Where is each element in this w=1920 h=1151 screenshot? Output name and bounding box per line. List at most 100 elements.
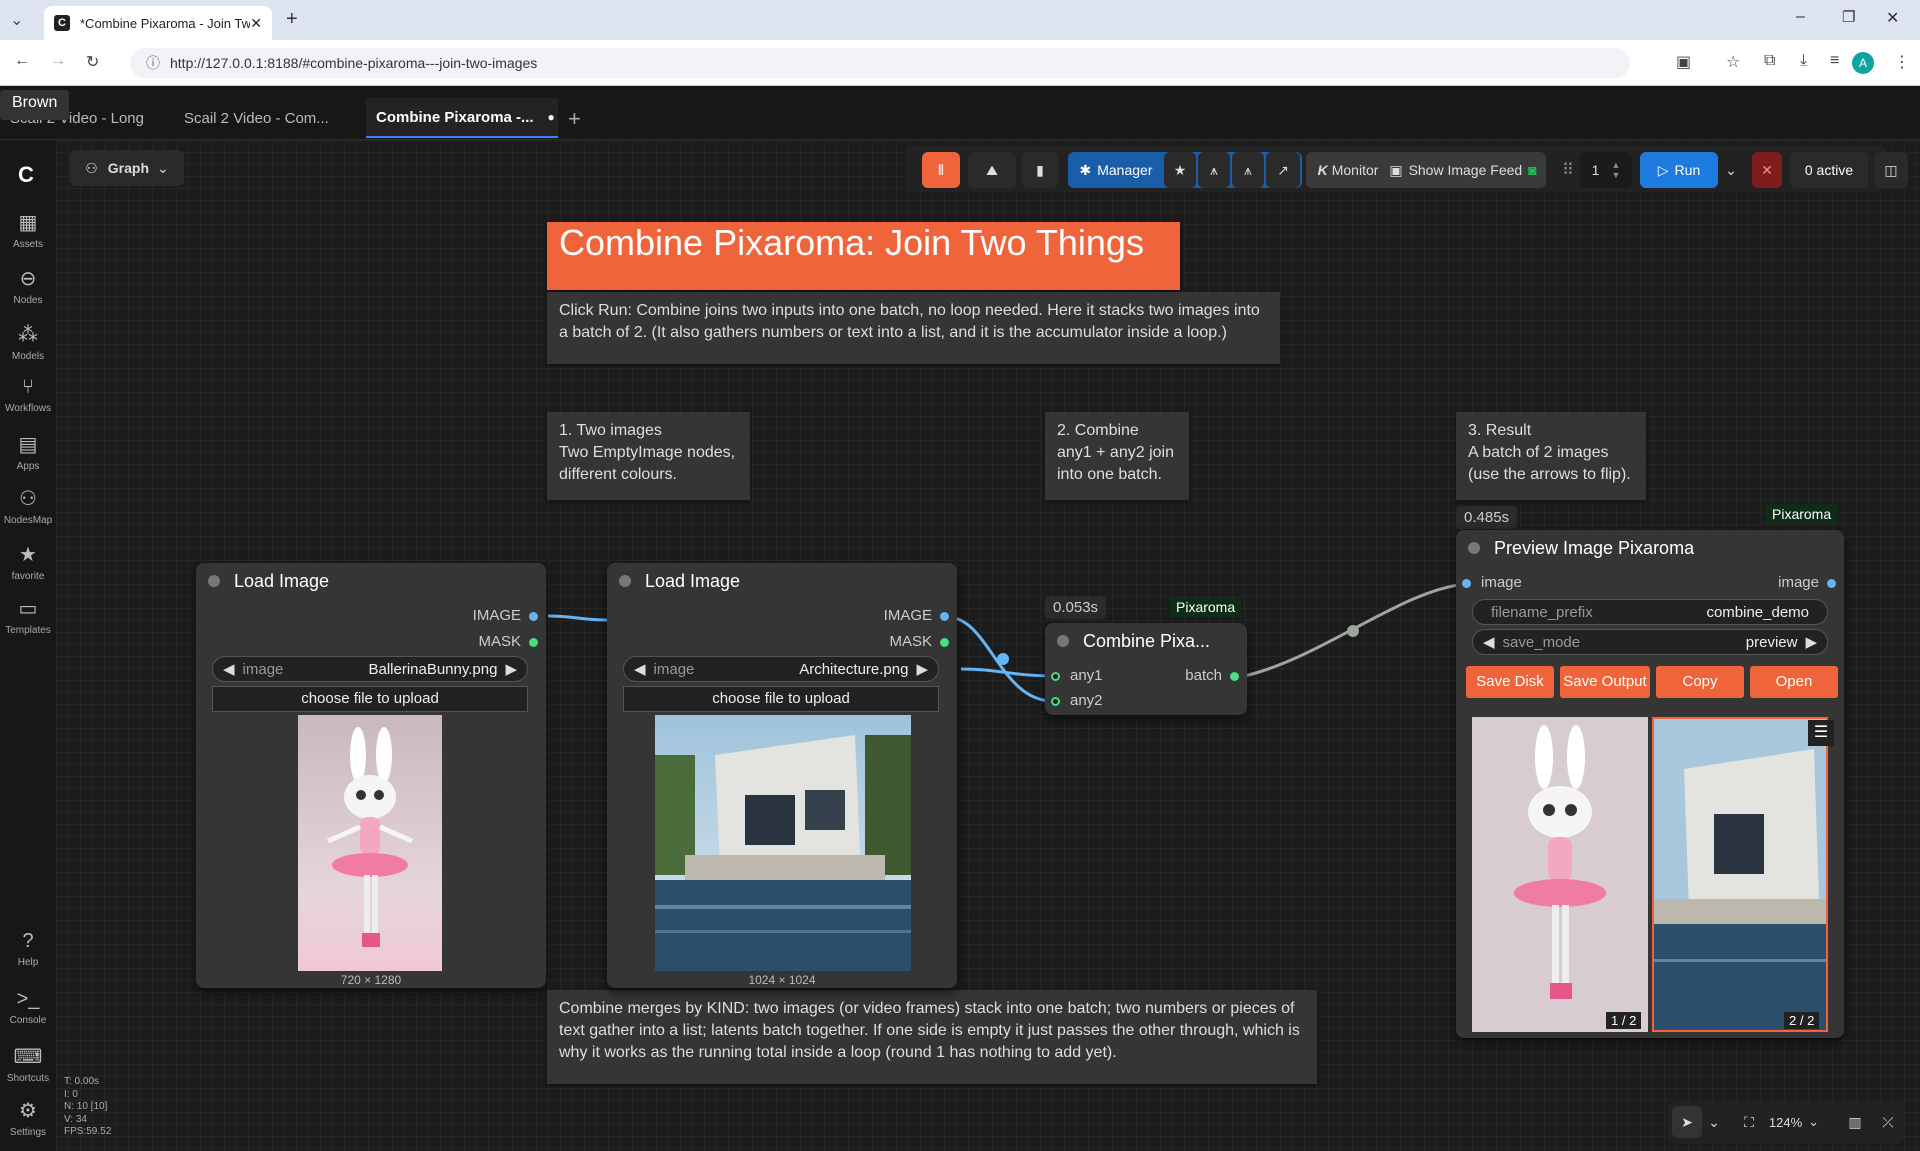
star-icon[interactable]: ☆: [1726, 52, 1740, 72]
menu-icon[interactable]: ⋮: [1894, 52, 1910, 72]
output-slot[interactable]: [529, 637, 538, 647]
browser-tab[interactable]: C *Combine Pixaroma - Join Two ✕: [44, 6, 272, 40]
node-collapse-dot[interactable]: [208, 575, 220, 587]
pixaroma-icon[interactable]: ⫴: [922, 152, 960, 188]
node-header[interactable]: Load Image: [196, 563, 546, 599]
node-collapse-dot[interactable]: [1468, 542, 1480, 554]
new-tab-icon[interactable]: +: [286, 8, 298, 31]
output-image[interactable]: IMAGE: [884, 607, 949, 624]
open-button[interactable]: Open: [1750, 666, 1838, 698]
run-options-chevron-icon[interactable]: ⌄: [1720, 152, 1742, 188]
sidebar-item-assets[interactable]: ▦ Assets: [0, 210, 56, 250]
queue-count-stepper[interactable]: 1 ▲ ▼: [1580, 152, 1632, 188]
comfy-logo-icon[interactable]: C: [18, 162, 34, 188]
input-any1[interactable]: any1: [1051, 667, 1103, 684]
arrow-right-icon[interactable]: ▶: [916, 660, 928, 678]
workflow-tab[interactable]: Scail 2 Video - Com...: [174, 98, 364, 138]
arrow-left-icon[interactable]: ◀: [223, 660, 235, 678]
sidebar-item-nodes[interactable]: ⊖ Nodes: [0, 266, 56, 306]
node-collapse-dot[interactable]: [619, 575, 631, 587]
profile-avatar[interactable]: A: [1852, 52, 1874, 74]
model-icon[interactable]: ⩚: [1198, 152, 1230, 188]
run-button[interactable]: ▷ Run: [1640, 152, 1718, 188]
sidebar-item-favorite[interactable]: ★ favorite: [0, 542, 56, 582]
sidebar-item-help[interactable]: ? Help: [0, 930, 56, 968]
select-tool-icon[interactable]: ➤: [1672, 1106, 1702, 1138]
share-icon[interactable]: ↗: [1266, 152, 1300, 188]
sidebar-item-models[interactable]: ⁂ Models: [0, 322, 56, 362]
download-icon[interactable]: ⤓: [1800, 52, 1807, 70]
restore-icon[interactable]: ❐: [1842, 8, 1855, 26]
url-field[interactable]: ⓘ http://127.0.0.1:8188/#combine-pixarom…: [130, 48, 1630, 78]
sidebar-item-settings[interactable]: ⚙ Settings: [0, 1098, 56, 1138]
minimap-icon[interactable]: ▥: [1840, 1106, 1870, 1138]
sidebar-item-workflows[interactable]: ⑂ Workflows: [0, 376, 56, 414]
monitor-button[interactable]: K Monitor: [1306, 152, 1390, 188]
arrow-left-icon[interactable]: ◀: [1483, 633, 1495, 651]
workflow-tab-active[interactable]: Combine Pixaroma -... ●: [366, 98, 558, 138]
sidebar-item-shortcuts[interactable]: ⌨ Shortcuts: [0, 1044, 56, 1084]
extensions-icon[interactable]: ⧉: [1764, 52, 1775, 70]
save-mode-select[interactable]: ◀ save_mode preview ▶: [1472, 629, 1828, 655]
image-select-widget[interactable]: ◀ image Architecture.png ▶: [623, 656, 939, 682]
zoom-level-dropdown[interactable]: 124% ⌄: [1764, 1106, 1824, 1138]
preview-thumbnail-2[interactable]: [1652, 717, 1828, 1032]
output-slot[interactable]: [940, 611, 949, 621]
toggle-links-icon[interactable]: ⤫: [1874, 1106, 1902, 1138]
arrow-right-icon[interactable]: ▶: [1805, 633, 1817, 651]
output-slot[interactable]: [1230, 671, 1239, 681]
install-app-icon[interactable]: ▣: [1676, 52, 1691, 72]
load-image-node-2[interactable]: Load Image IMAGE MASK ◀ image Architecture…: [607, 563, 957, 988]
bookmark-icon[interactable]: ▮: [1022, 152, 1058, 188]
close-tab-icon[interactable]: ✕: [250, 15, 262, 32]
sidebar-item-console[interactable]: >_ Console: [0, 988, 56, 1026]
preview-thumbnail-1[interactable]: [1472, 717, 1648, 1032]
node-header[interactable]: Load Image: [607, 563, 957, 599]
close-window-icon[interactable]: ✕: [1886, 8, 1899, 28]
mountain-icon[interactable]: ⛰: [968, 152, 1016, 188]
node-header[interactable]: Preview Image Pixaroma: [1456, 530, 1844, 566]
copy-button[interactable]: Copy: [1656, 666, 1744, 698]
fit-view-icon[interactable]: ⛶: [1736, 1106, 1762, 1138]
output-batch[interactable]: batch: [1185, 667, 1239, 684]
input-slot[interactable]: [1051, 671, 1060, 681]
image-select-widget[interactable]: ◀ image BallerinaBunny.png ▶: [212, 656, 528, 682]
step2-note[interactable]: 2. Combine any1 + any2 join into one bat…: [1045, 412, 1189, 500]
explanation-note[interactable]: Combine merges by KIND: two images (or v…: [547, 990, 1317, 1084]
output-mask[interactable]: MASK: [478, 633, 538, 650]
input-slot[interactable]: [1462, 578, 1471, 588]
output-slot[interactable]: [529, 611, 538, 621]
input-image[interactable]: image: [1462, 574, 1522, 591]
back-icon[interactable]: ←: [14, 52, 30, 70]
show-image-feed-button[interactable]: ▣ Show Image Feed ◙: [1380, 152, 1546, 188]
output-image[interactable]: image: [1778, 574, 1836, 591]
site-info-icon[interactable]: ⓘ: [146, 53, 160, 73]
input-any2[interactable]: any2: [1051, 692, 1103, 709]
sidebar-item-templates[interactable]: ▭ Templates: [0, 596, 56, 636]
cancel-queue-button[interactable]: ✕: [1752, 152, 1782, 188]
manager-button[interactable]: ✱ Manager: [1070, 152, 1162, 188]
sidebar-item-nodesmap[interactable]: ⚇ NodesMap: [0, 486, 56, 526]
reload-icon[interactable]: ↻: [86, 52, 99, 72]
title-note[interactable]: Combine Pixaroma: Join Two Things: [547, 222, 1180, 290]
graph-mode-button[interactable]: ⚇ Graph ⌄: [70, 150, 184, 186]
upload-button[interactable]: choose file to upload: [623, 686, 939, 712]
save-output-button[interactable]: Save Output: [1560, 666, 1650, 698]
load-image-node-1[interactable]: Load Image IMAGE MASK ◀ image BallerinaBun…: [196, 563, 546, 988]
combine-node[interactable]: Combine Pixa... any1 any2 batch: [1045, 623, 1247, 715]
hamburger-menu-icon[interactable]: ☰: [1808, 720, 1834, 746]
node-collapse-dot[interactable]: [1057, 635, 1069, 647]
step3-note[interactable]: 3. Result A batch of 2 images (use the a…: [1456, 412, 1646, 500]
upload-button[interactable]: choose file to upload: [212, 686, 528, 712]
drag-handle-icon[interactable]: ⠿: [1562, 160, 1574, 180]
panel-toggle-icon[interactable]: ◫: [1874, 152, 1908, 188]
preview-image-node[interactable]: Preview Image Pixaroma image image filen…: [1456, 530, 1844, 1038]
tool-chevron-down-icon[interactable]: ⌄: [1704, 1106, 1724, 1138]
arrow-right-icon[interactable]: ▶: [505, 660, 517, 678]
forward-icon[interactable]: →: [50, 52, 66, 70]
minimize-icon[interactable]: –: [1796, 8, 1805, 26]
intro-note[interactable]: Click Run: Combine joins two inputs into…: [547, 292, 1280, 364]
filename-prefix-field[interactable]: filename_prefix combine_demo: [1472, 599, 1828, 625]
add-workflow-tab-icon[interactable]: +: [568, 106, 581, 132]
node-header[interactable]: Combine Pixa...: [1045, 623, 1247, 659]
